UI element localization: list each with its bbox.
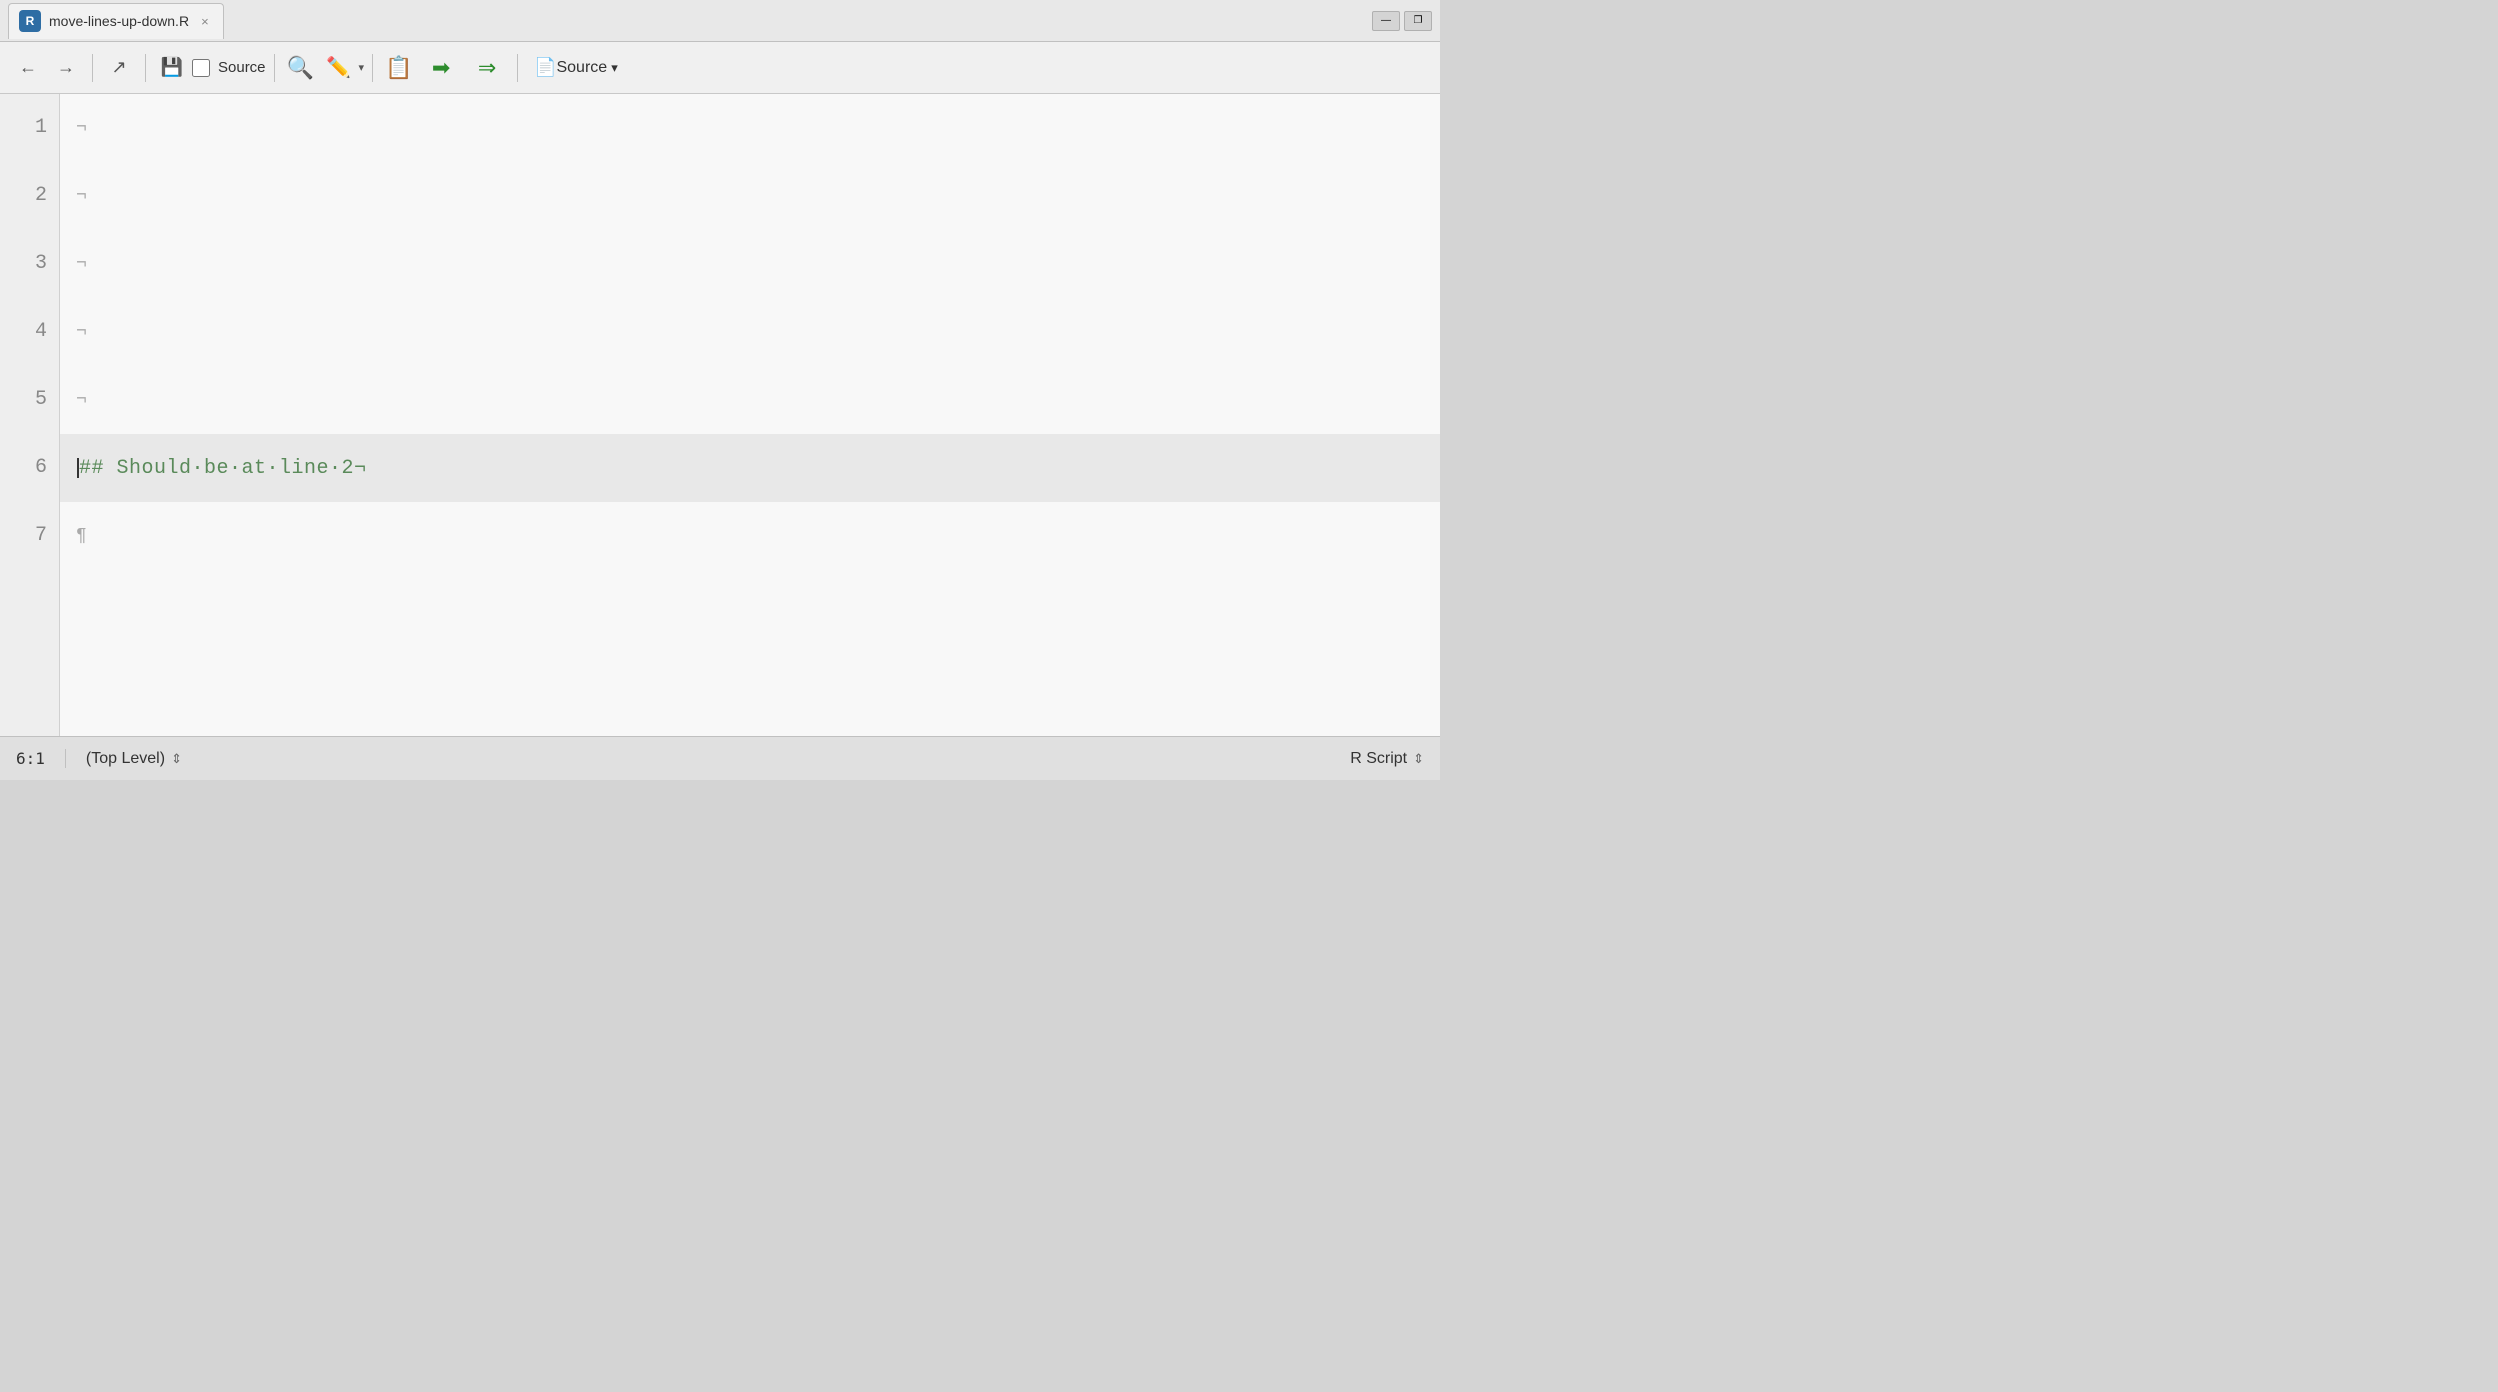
file-tab[interactable]: R move-lines-up-down.R ×: [8, 3, 224, 39]
editor-toolbar: ← → ↗ 💾 Source 🔍 ✏️ ▾ 📋 ➡ ⇒ 📄 Source ▾: [0, 42, 1440, 94]
line-7-content: ¶: [76, 526, 87, 546]
source-checkbox-label[interactable]: Source: [192, 59, 266, 77]
run-button[interactable]: ➡: [419, 50, 463, 86]
line-numbers-gutter: 1 2 3 4 5 6 7: [0, 94, 60, 736]
source-label: Source: [556, 59, 607, 77]
forward-button[interactable]: →: [48, 50, 84, 86]
tab-close-button[interactable]: ×: [201, 15, 209, 28]
notebook-icon: 📋: [385, 55, 412, 81]
source-button[interactable]: 📄 Source ▾: [526, 53, 626, 82]
wand-dropdown-arrow[interactable]: ▾: [359, 61, 365, 74]
code-editor[interactable]: ¬ ¬ ¬ ¬ ¬ ## Should·be·at·line·2¬ ¶: [60, 94, 1440, 736]
forward-icon: →: [57, 57, 75, 78]
sep-4: [372, 54, 373, 82]
source-file-icon: 📄: [534, 57, 556, 78]
line-number-1: 1: [0, 94, 59, 162]
filetype-selector[interactable]: R Script ⇕: [1350, 750, 1424, 768]
search-button[interactable]: 🔍: [283, 50, 319, 86]
save-button[interactable]: 💾: [154, 50, 190, 86]
code-line-2: ¬: [60, 162, 1440, 230]
search-icon: 🔍: [287, 55, 314, 81]
line-1-content: ¬: [76, 118, 87, 138]
run-all-icon: ⇒: [478, 55, 496, 81]
back-icon: ←: [19, 57, 37, 78]
wand-button[interactable]: ✏️: [321, 50, 357, 86]
code-line-4: ¬: [60, 298, 1440, 366]
line-number-2: 2: [0, 162, 59, 230]
tab-bar-left: R move-lines-up-down.R ×: [8, 3, 224, 39]
code-line-5: ¬: [60, 366, 1440, 434]
save-icon: 💾: [161, 57, 183, 78]
code-line-3: ¬: [60, 230, 1440, 298]
line-number-5: 5: [0, 366, 59, 434]
line-4-content: ¬: [76, 322, 87, 342]
back-button[interactable]: ←: [10, 50, 46, 86]
line-3-content: ¬: [76, 254, 87, 274]
code-line-1: ¬: [60, 94, 1440, 162]
sep-1: [92, 54, 93, 82]
notebook-button[interactable]: 📋: [381, 50, 417, 86]
code-line-6: ## Should·be·at·line·2¬: [60, 434, 1440, 502]
wand-dropdown[interactable]: ✏️ ▾: [321, 50, 365, 86]
scope-selector[interactable]: (Top Level) ⇕: [66, 750, 1350, 768]
tab-bar-right: — ❐: [1372, 11, 1432, 31]
external-link-button[interactable]: ↗: [101, 50, 137, 86]
scope-label: (Top Level): [86, 750, 165, 768]
scope-arrow-icon: ⇕: [171, 751, 182, 767]
tab-filename: move-lines-up-down.R: [49, 13, 189, 29]
external-link-icon: ↗: [111, 57, 126, 78]
wand-icon: ✏️: [326, 55, 351, 80]
r-file-icon: R: [19, 10, 41, 32]
status-bar: 6:1 (Top Level) ⇕ R Script ⇕: [0, 736, 1440, 780]
tab-bar: R move-lines-up-down.R × — ❐: [0, 0, 1440, 42]
source-checkbox-text: Source: [218, 59, 266, 76]
run-icon: ➡: [432, 55, 450, 81]
line-2-content: ¬: [76, 186, 87, 206]
minimize-button[interactable]: —: [1372, 11, 1400, 31]
line-number-7: 7: [0, 502, 59, 570]
run-all-button[interactable]: ⇒: [465, 50, 509, 86]
editor-container: 1 2 3 4 5 6 7 ¬ ¬ ¬ ¬ ¬ ## Should·be·at·…: [0, 94, 1440, 736]
source-checkbox[interactable]: [192, 59, 210, 77]
filetype-arrow-icon: ⇕: [1413, 751, 1424, 767]
line-5-content: ¬: [76, 390, 87, 410]
code-line-7: ¶: [60, 502, 1440, 570]
maximize-button[interactable]: ❐: [1404, 11, 1432, 31]
line-number-4: 4: [0, 298, 59, 366]
filetype-label: R Script: [1350, 750, 1407, 768]
line-number-6: 6: [0, 434, 59, 502]
source-dropdown-arrow[interactable]: ▾: [611, 60, 618, 76]
sep-5: [517, 54, 518, 82]
sep-2: [145, 54, 146, 82]
line-6-content: ## Should·be·at·line·2¬: [79, 457, 367, 480]
line-number-3: 3: [0, 230, 59, 298]
cursor-position: 6:1: [16, 749, 66, 768]
sep-3: [274, 54, 275, 82]
